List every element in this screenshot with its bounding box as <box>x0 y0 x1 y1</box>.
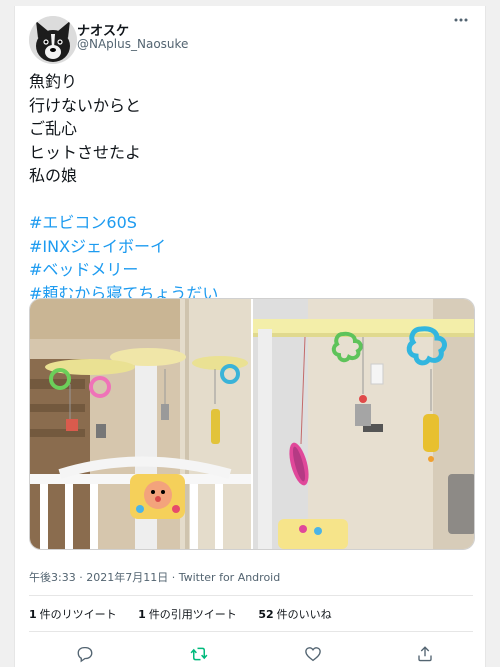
like-count: 52 <box>258 608 274 621</box>
photo-grid <box>29 298 475 550</box>
tweet-line: 私の娘 <box>29 166 78 185</box>
divider <box>29 631 473 632</box>
tweet-time: 午後3:33 <box>29 571 76 584</box>
hashtag-link[interactable]: #エビコン60S <box>29 211 469 235</box>
share-button[interactable] <box>411 642 439 666</box>
tweet-date: 2021年7月11日 <box>86 571 169 584</box>
dog-avatar-image <box>29 16 77 64</box>
retweets-stat[interactable]: 1 件のリツイート <box>29 606 117 622</box>
retweet-label: 件のリツイート <box>39 608 117 621</box>
retweet-icon <box>190 647 208 661</box>
tweet-card: ナオスケ @NAplus_Naosuke 魚釣り 行けないからと ご乱心 ヒット… <box>14 6 486 667</box>
heart-icon <box>305 647 321 662</box>
tweet-line: 魚釣り <box>29 72 78 91</box>
avatar[interactable] <box>29 16 77 64</box>
divider <box>29 595 473 596</box>
hashtag-link[interactable]: #ベッドメリー <box>29 258 469 282</box>
quote-tweets-stat[interactable]: 1 件の引用ツイート <box>138 606 237 622</box>
baby-mobile-with-lures-photo-2[interactable] <box>253 299 474 549</box>
share-icon <box>418 646 432 662</box>
more-horizontal-icon <box>454 18 468 22</box>
meta-separator: · <box>79 571 83 584</box>
quote-count: 1 <box>138 608 146 621</box>
tweet-text: 魚釣り 行けないからと ご乱心 ヒットさせたよ 私の娘 #エビコン60S #IN… <box>29 70 469 305</box>
likes-stat[interactable]: 52 件のいいね <box>258 606 331 622</box>
like-label: 件のいいね <box>276 608 332 621</box>
meta-separator: · <box>171 571 176 584</box>
retweet-button[interactable] <box>185 642 213 666</box>
reply-icon <box>77 646 93 663</box>
tweet-line: 行けないからと <box>29 95 142 115</box>
more-options-button[interactable] <box>449 12 473 36</box>
tweet-stats: 1 件のリツイート 1 件の引用ツイート 52 件のいいね <box>29 606 350 622</box>
author-handle[interactable]: @NAplus_Naosuke <box>77 37 188 51</box>
tweet-actions <box>15 642 485 666</box>
tweet-source: Twitter for Android <box>178 571 281 584</box>
tweet-timestamp[interactable]: 午後3:33 · 2021年7月11日 · Twitter for Androi… <box>29 569 280 585</box>
quote-label: 件の引用ツイート <box>148 608 237 621</box>
retweet-count: 1 <box>29 608 37 621</box>
baby-mobile-with-lures-photo-1[interactable] <box>30 299 251 549</box>
reply-button[interactable] <box>71 642 99 666</box>
like-button[interactable] <box>299 642 327 666</box>
tweet-line: ご乱心 <box>29 119 78 138</box>
tweet-line: ヒットさせたよ <box>29 142 142 162</box>
hashtag-link[interactable]: #INXジェイボーイ <box>29 235 469 259</box>
